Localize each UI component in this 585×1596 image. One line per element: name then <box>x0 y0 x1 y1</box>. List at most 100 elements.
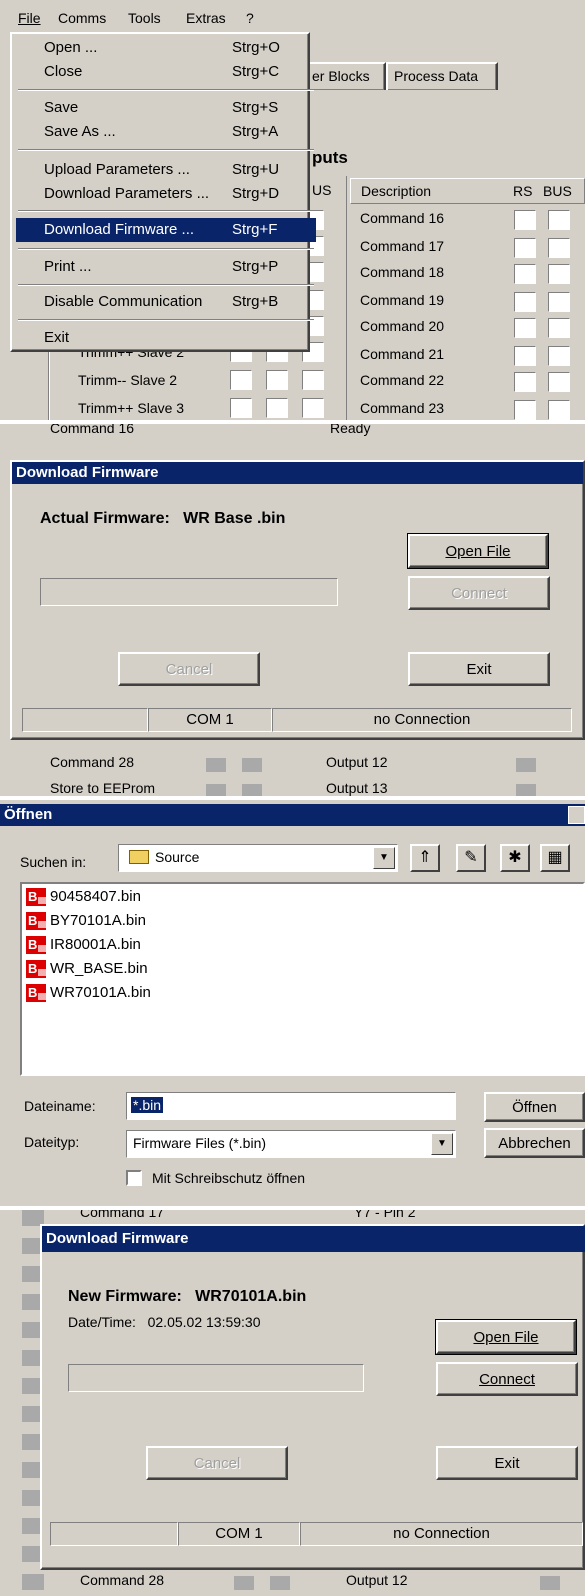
open-button[interactable]: Öffnen <box>484 1092 585 1122</box>
desktop-icon[interactable]: ✎ <box>456 844 486 872</box>
menu-item-print[interactable]: Print ... Strg+P <box>16 255 316 279</box>
checkbox[interactable] <box>514 210 536 230</box>
checkbox[interactable] <box>548 372 570 392</box>
dropdown-arrow-icon[interactable]: ▼ <box>373 847 395 869</box>
right-row: Command 17 <box>360 238 445 254</box>
checkbox[interactable] <box>514 346 536 366</box>
menu-item-save-as[interactable]: Save As ... Strg+A <box>16 120 316 144</box>
checkbox[interactable] <box>302 370 324 390</box>
dialog-title-bar: Download Firmware <box>42 1226 585 1252</box>
open-dialog-title-bar: Öffnen <box>0 804 585 826</box>
menu-extras[interactable]: Extras <box>186 10 226 26</box>
menu-tools[interactable]: Tools <box>128 10 161 26</box>
menu-file[interactable]: File <box>18 10 41 26</box>
menu-item-save[interactable]: Save Strg+S <box>16 96 316 120</box>
open-file-button[interactable]: Open File <box>435 1319 577 1355</box>
new-folder-icon[interactable]: ✱ <box>500 844 530 872</box>
bg-row: Command 16 <box>50 424 135 436</box>
filename-input[interactable]: *.bin <box>126 1092 456 1120</box>
section-title: puts <box>312 148 348 167</box>
file-item[interactable]: B 90458407.bin <box>26 888 141 910</box>
menu-item-open[interactable]: Open ... Strg+O <box>16 36 316 60</box>
checkbox[interactable] <box>230 398 252 418</box>
filetype-select[interactable]: Firmware Files (*.bin) ▼ <box>126 1130 456 1158</box>
bg-indicator <box>516 784 536 796</box>
connect-button[interactable]: Connect <box>436 1362 578 1396</box>
left-row: Trimm-- Slave 2 <box>78 372 178 388</box>
right-row: Command 20 <box>360 318 445 334</box>
cancel-button[interactable]: Abbrechen <box>484 1128 585 1158</box>
checkbox[interactable] <box>548 346 570 366</box>
col-description: Description <box>361 183 432 199</box>
col-rs: RS <box>513 183 533 199</box>
checkbox[interactable] <box>514 292 536 312</box>
bin-file-icon: B <box>26 960 46 979</box>
file-item[interactable]: B BY70101A.bin <box>26 912 146 934</box>
checkbox[interactable] <box>230 370 252 390</box>
look-in-label: Suchen in: <box>20 854 87 870</box>
open-dialog-title: Öffnen <box>4 806 53 823</box>
menu-comms[interactable]: Comms <box>58 10 106 26</box>
status-connection: no Connection <box>272 708 572 732</box>
exit-button[interactable]: Exit <box>408 652 550 686</box>
checkbox[interactable] <box>548 292 570 312</box>
firmware-label: Actual Firmware: WR Base .bin <box>40 510 286 527</box>
tab-process-data[interactable]: Process Data <box>386 62 498 90</box>
exit-button[interactable]: Exit <box>436 1446 578 1480</box>
checkbox[interactable] <box>548 210 570 230</box>
bg-indicator <box>234 1576 254 1590</box>
bg-indicator <box>242 784 262 796</box>
menu-item-download-parameters[interactable]: Download Parameters ... Strg+D <box>16 182 316 206</box>
bg-row: Output 12 <box>346 1572 408 1588</box>
left-row: Trimm++ Slave 3 <box>78 400 185 416</box>
filetype-label: Dateityp: <box>24 1134 80 1150</box>
checkbox[interactable] <box>302 398 324 418</box>
file-item[interactable]: B IR80001A.bin <box>26 936 141 958</box>
checkbox[interactable] <box>514 238 536 258</box>
connect-button[interactable]: Connect <box>408 576 550 610</box>
look-in-combobox[interactable]: Source ▼ <box>118 844 398 872</box>
checkbox[interactable] <box>266 398 288 418</box>
checkbox[interactable] <box>266 370 288 390</box>
file-item[interactable]: B WR70101A.bin <box>26 984 151 1006</box>
file-item[interactable]: B WR_BASE.bin <box>26 960 148 982</box>
readonly-checkbox[interactable] <box>126 1170 142 1186</box>
menu-item-disable-communication[interactable]: Disable Communication Strg+B <box>16 290 316 314</box>
status-port: COM 1 <box>178 1522 300 1546</box>
dropdown-arrow-icon[interactable]: ▼ <box>431 1133 453 1155</box>
panel-open-dialog: Öffnen Suchen in: Source ▼ ⇑ ✎ ✱ ▦ B 9045… <box>0 800 585 1206</box>
cancel-button[interactable]: Cancel <box>118 652 260 686</box>
bin-file-icon: B <box>26 912 46 931</box>
readonly-label: Mit Schreibschutz öffnen <box>152 1170 306 1186</box>
checkbox[interactable] <box>514 400 536 420</box>
bg-indicator <box>206 758 226 772</box>
menu-item-close[interactable]: Close Strg+C <box>16 60 316 84</box>
open-file-button[interactable]: Open File <box>407 533 549 569</box>
menu-item-download-firmware[interactable]: Download Firmware ... Strg+F <box>16 218 316 242</box>
menu-item-upload-parameters[interactable]: Upload Parameters ... Strg+U <box>16 158 316 182</box>
checkbox[interactable] <box>548 238 570 258</box>
right-row: Command 18 <box>360 264 445 280</box>
checkbox[interactable] <box>548 318 570 338</box>
cancel-button[interactable]: Cancel <box>146 1446 288 1480</box>
close-icon[interactable] <box>568 806 585 824</box>
col-bus: BUS <box>543 183 572 199</box>
filename-label: Dateiname: <box>24 1098 96 1114</box>
view-menu-icon[interactable]: ▦ <box>540 844 570 872</box>
checkbox[interactable] <box>514 372 536 392</box>
checkbox[interactable] <box>514 318 536 338</box>
checkbox[interactable] <box>548 400 570 420</box>
menu-separator <box>18 149 314 151</box>
progress-bar <box>68 1364 364 1392</box>
checkbox[interactable] <box>514 264 536 284</box>
right-row: Command 23 <box>360 400 445 416</box>
bg-row: Y7 - Pin 2 <box>354 1210 416 1220</box>
checkbox[interactable] <box>548 264 570 284</box>
menu-help[interactable]: ? <box>246 10 254 26</box>
menu-item-exit[interactable]: Exit <box>16 326 316 350</box>
progress-bar <box>40 578 338 606</box>
bg-row: Command 28 <box>80 1572 165 1588</box>
bg-indicator <box>206 784 226 796</box>
file-dropdown-menu: Open ... Strg+O Close Strg+C Save Strg+S Sa… <box>10 32 316 352</box>
up-folder-icon[interactable]: ⇑ <box>410 844 440 872</box>
